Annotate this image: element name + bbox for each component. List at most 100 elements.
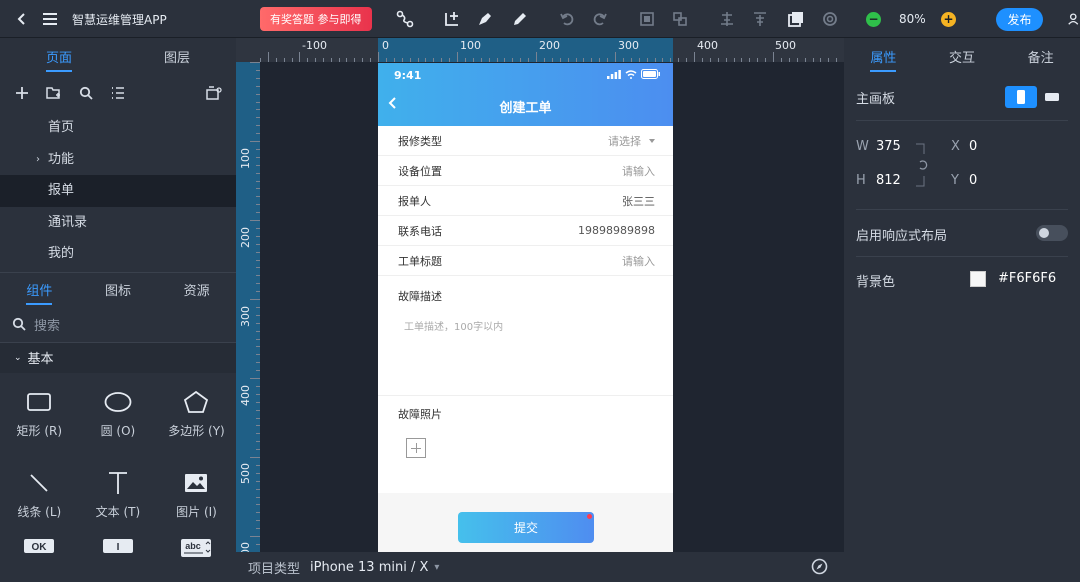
tab-icons[interactable]: 图标 — [79, 273, 158, 307]
ruler-vertical: 100 200 300 400 500 600 — [236, 62, 260, 552]
path-tool-button[interactable] — [395, 0, 415, 38]
ungroup-button[interactable] — [670, 0, 690, 38]
bring-front-button[interactable] — [786, 0, 806, 38]
ruler-label: 0 — [382, 39, 389, 52]
ruler-tick — [256, 488, 260, 490]
height-value[interactable]: 812 — [876, 173, 901, 188]
page-item-contacts[interactable]: 通讯录 — [0, 207, 236, 239]
add-photo-icon[interactable] — [406, 438, 426, 458]
settings-button[interactable] — [820, 0, 840, 38]
component-rectangle[interactable]: 矩形 (R) — [0, 373, 79, 454]
component-text[interactable]: 文本 (T) — [79, 454, 158, 535]
design-canvas[interactable]: -100 0 100 200 300 400 500 100 200 300 4… — [236, 38, 844, 552]
user-button[interactable] — [1068, 0, 1080, 38]
component-select[interactable]: abc — [157, 535, 236, 565]
menu-button[interactable] — [40, 0, 60, 38]
circle-icon — [104, 388, 132, 416]
button-component-icon: OK — [24, 538, 55, 553]
form-row-reporter[interactable]: 报单人 张三三 — [378, 186, 673, 216]
add-artboard-button[interactable] — [442, 0, 462, 38]
tab-notes[interactable]: 备注 — [1001, 38, 1080, 74]
ruler-label: 100 — [460, 39, 481, 52]
component-input[interactable]: I — [79, 535, 158, 565]
portrait-toggle[interactable] — [1005, 86, 1037, 108]
back-button[interactable] — [12, 0, 32, 38]
tab-properties[interactable]: 属性 — [844, 38, 923, 74]
ruler-tick — [256, 520, 260, 522]
property-tabs: 属性 交互 备注 — [844, 38, 1080, 74]
project-type-select[interactable]: iPhone 13 mini / X — [310, 560, 428, 575]
ruler-tick — [256, 188, 260, 190]
search-icon[interactable] — [76, 83, 96, 103]
tab-pages[interactable]: 页面 — [0, 38, 118, 74]
prototype-editor: 智慧运维管理APP 有奖答题 参与即得 − 80% + 发布 页面 图层 首页 … — [0, 0, 1080, 582]
zoom-out-button[interactable]: − — [866, 0, 881, 38]
page-item-features[interactable]: › 功能 — [0, 144, 236, 176]
ruler-tick — [256, 322, 260, 324]
align-center-button[interactable] — [717, 0, 737, 38]
redo-button[interactable] — [590, 0, 610, 38]
x-value[interactable]: 0 — [969, 139, 977, 154]
field-label: 故障照片 — [398, 408, 442, 421]
ruler-tick — [250, 457, 260, 458]
ruler-tick — [250, 378, 260, 379]
width-value[interactable]: 375 — [876, 139, 901, 154]
component-group-basic[interactable]: ⌄ 基本 — [0, 342, 236, 373]
ruler-label: 300 — [618, 39, 639, 52]
add-page-icon[interactable] — [12, 83, 32, 103]
ruler-tick — [256, 543, 260, 545]
page-settings-icon[interactable] — [204, 83, 224, 103]
publish-button[interactable]: 发布 — [996, 8, 1043, 31]
form-row-device-location[interactable]: 设备位置 请输入 — [378, 156, 673, 186]
repair-type-select[interactable]: 请选择 — [608, 133, 655, 149]
ruler-tick — [804, 58, 806, 62]
undo-button[interactable] — [557, 0, 577, 38]
field-value[interactable]: 请输入 — [622, 253, 655, 269]
zoom-in-button[interactable]: + — [941, 0, 956, 38]
ruler-tick — [256, 148, 260, 150]
form-row-order-title[interactable]: 工单标题 请输入 — [378, 246, 673, 276]
ruler-tick — [670, 58, 672, 62]
ruler-tick — [256, 172, 260, 174]
pencil-tool-button[interactable] — [510, 0, 530, 38]
tab-components[interactable]: 组件 — [0, 273, 79, 307]
form-row-phone[interactable]: 联系电话 19898989898 — [378, 216, 673, 246]
field-value[interactable]: 请输入 — [622, 163, 655, 179]
background-color-swatch[interactable] — [970, 271, 986, 287]
compass-icon[interactable] — [811, 558, 828, 575]
responsive-layout-toggle[interactable] — [1036, 225, 1068, 241]
tab-layers[interactable]: 图层 — [118, 38, 236, 74]
page-item-mine[interactable]: 我的 — [0, 238, 236, 270]
component-search[interactable]: 搜索 — [0, 307, 236, 343]
landscape-toggle[interactable] — [1041, 86, 1063, 108]
tab-resources[interactable]: 资源 — [157, 273, 236, 307]
fault-description-field[interactable]: 故障描述 工单描述，100字以内 — [378, 276, 673, 396]
search-placeholder: 搜索 — [34, 318, 61, 334]
tab-interactions[interactable]: 交互 — [923, 38, 1002, 74]
phone-header: 9:41 创建工单 — [378, 63, 673, 126]
align-top-button[interactable] — [750, 0, 770, 38]
ruler-tick — [512, 58, 514, 62]
component-button[interactable]: OK — [0, 535, 79, 565]
page-item-home[interactable]: 首页 — [0, 112, 236, 144]
y-value[interactable]: 0 — [969, 173, 977, 188]
link-dimensions-icon[interactable] — [914, 142, 930, 188]
component-polygon[interactable]: 多边形 (Y) — [157, 373, 236, 454]
component-row-controls: OK I abc — [0, 535, 236, 565]
chevron-down-icon[interactable]: ▾ — [434, 562, 439, 573]
component-line[interactable]: 线条 (L) — [0, 454, 79, 535]
component-circle[interactable]: 圆 (O) — [79, 373, 158, 454]
phone-artboard[interactable]: 9:41 创建工单 报修类型 请选择 设备位置 请输入 报单人 张三三 联系电话… — [378, 63, 673, 552]
submit-button[interactable]: 提交 — [458, 512, 594, 543]
page-item-report[interactable]: 报单 — [0, 175, 236, 207]
chevron-right-icon[interactable]: › — [36, 144, 40, 176]
background-color-value[interactable]: #F6F6F6 — [998, 271, 1056, 286]
promo-banner[interactable]: 有奖答题 参与即得 — [260, 7, 372, 31]
form-row-repair-type[interactable]: 报修类型 请选择 — [378, 126, 673, 156]
group-button[interactable] — [637, 0, 657, 38]
pen-tool-button[interactable] — [475, 0, 495, 38]
component-image[interactable]: 图片 (I) — [157, 454, 236, 535]
add-folder-icon[interactable] — [44, 83, 64, 103]
ruler-tick — [457, 52, 458, 62]
sort-list-icon[interactable] — [108, 83, 128, 103]
